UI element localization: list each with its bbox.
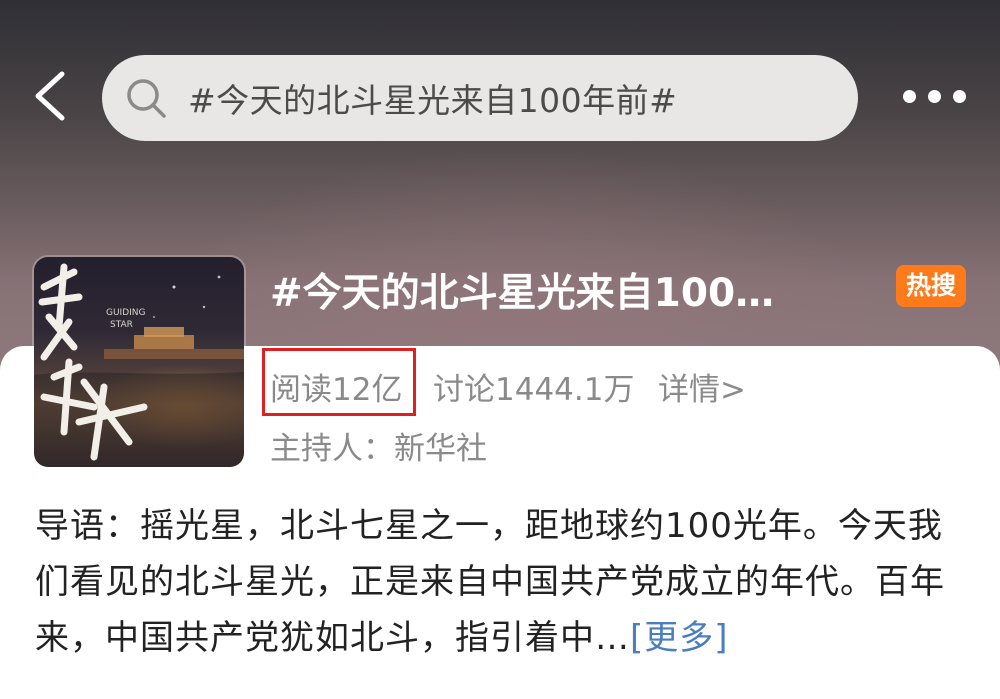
hot-search-badge: 热搜: [896, 265, 966, 307]
discussions-count: 讨论1444.1万: [433, 372, 635, 408]
topic-host: 主持人：新华社: [270, 431, 487, 467]
topic-intro: 导语：摇光星，北斗七星之一，距地球约100光年。今天我们看见的北斗星光，正是来自…: [35, 498, 965, 666]
reads-count: 阅读12亿: [270, 372, 403, 408]
search-bar[interactable]: #今天的北斗星光来自100年前#: [102, 55, 858, 141]
dot-icon: [903, 90, 916, 103]
chevron-left-icon: [35, 71, 65, 121]
search-icon: [127, 79, 166, 118]
back-button[interactable]: [28, 70, 72, 122]
more-link[interactable]: [更多]: [630, 618, 729, 658]
topic-cover-image[interactable]: GUIDING STAR: [34, 257, 244, 467]
intro-text: 导语：摇光星，北斗七星之一，距地球约100光年。今天我们看见的北斗星光，正是来自…: [35, 506, 945, 658]
search-query: #今天的北斗星光来自100年前#: [188, 81, 678, 120]
details-link[interactable]: 详情>: [658, 364, 746, 409]
topic-title: #今天的北斗星光来自100…: [270, 271, 775, 316]
cover-brand-text-1: GUIDING: [106, 308, 146, 318]
dot-icon: [928, 90, 941, 103]
more-options-button[interactable]: [903, 86, 967, 108]
cover-artwork: GUIDING STAR: [34, 263, 244, 467]
cover-brand-text-2: STAR: [110, 320, 133, 330]
dot-icon: [953, 90, 966, 103]
